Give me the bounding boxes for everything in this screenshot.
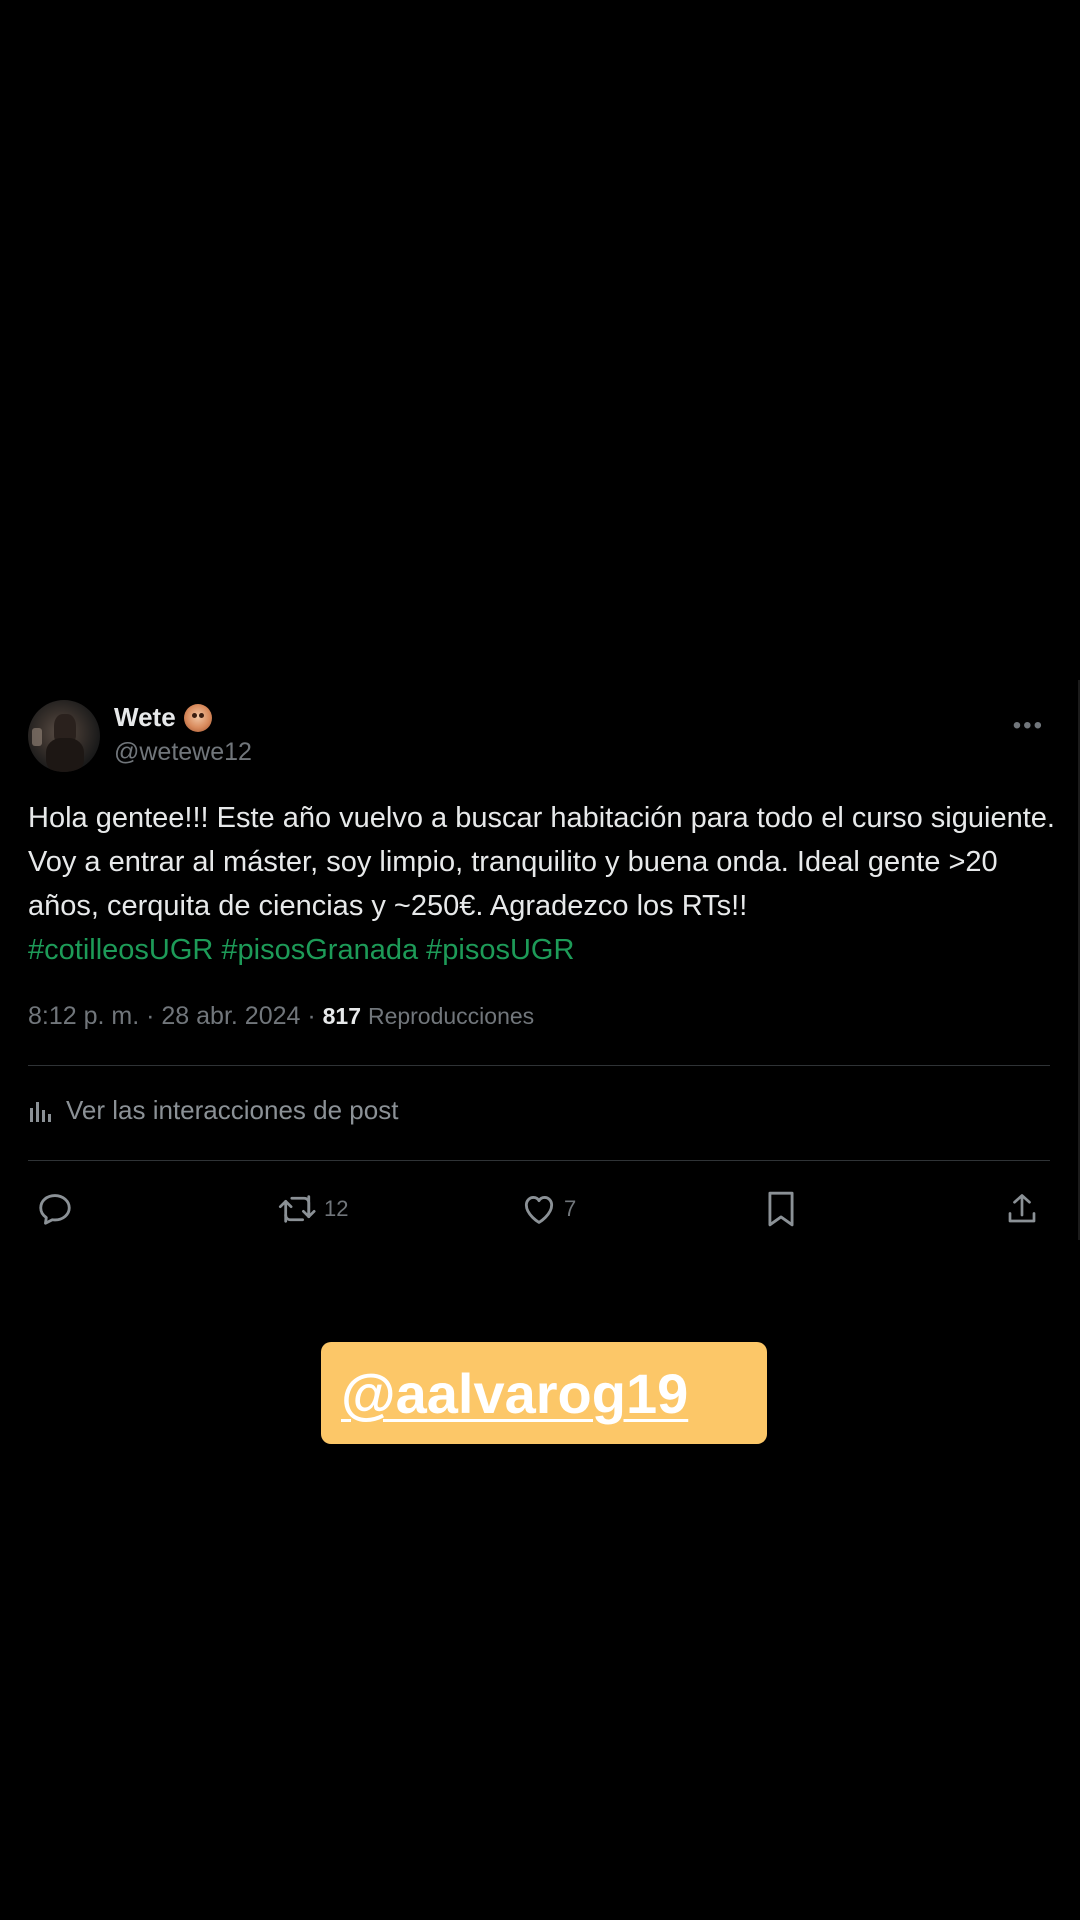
retweet-icon [278,1195,316,1223]
display-name[interactable]: Wete [114,702,176,733]
mention-text[interactable]: @aalvarog19 [341,1361,688,1426]
reply-icon [39,1194,71,1225]
views-count: 817 [322,1003,361,1029]
author-name-row: Wete [114,702,212,733]
tweet-card[interactable]: Wete @wetewe12 ••• Hola gentee!!! Este a… [0,680,1080,1240]
views-label: Reproducciones [367,1003,535,1029]
analytics-icon [30,1101,51,1122]
reply-button[interactable] [36,1190,80,1228]
avatar[interactable] [28,700,100,772]
view-interactions-link[interactable]: Ver las interacciones de post [28,1095,398,1126]
divider [28,1160,1050,1161]
action-bar: 12 7 [0,1180,1080,1240]
share-button[interactable] [1004,1190,1040,1228]
retweet-count: 12 [324,1196,349,1221]
divider [28,1065,1050,1066]
tweet-body: Hola gentee!!! Este año vuelvo a buscar … [28,802,1055,922]
mention-sticker[interactable]: @aalvarog19 [321,1342,767,1444]
like-count: 7 [564,1196,577,1221]
more-options-icon[interactable]: ••• [1013,712,1044,740]
heart-icon [524,1196,554,1224]
like-button[interactable]: 7 [520,1190,576,1228]
tweet-meta: 8:12 p. m. · 28 abr. 2024 · 817 Reproduc… [28,1002,534,1031]
retweet-button[interactable]: 12 [278,1190,348,1228]
bookmark-button[interactable] [764,1190,798,1228]
story-canvas: Wete @wetewe12 ••• Hola gentee!!! Este a… [0,0,1080,1920]
tweet-text: Hola gentee!!! Este año vuelvo a buscar … [28,796,1058,972]
hashtags[interactable]: #cotilleosUGR #pisosGranada #pisosUGR [28,934,574,966]
view-interactions-label: Ver las interacciones de post [66,1095,399,1125]
share-icon [1008,1194,1036,1223]
bookmark-icon [768,1191,794,1227]
timestamp[interactable]: 8:12 p. m. · 28 abr. 2024 · [28,1002,323,1030]
user-handle[interactable]: @wetewe12 [114,738,252,767]
monkey-emoji-icon [183,703,212,732]
